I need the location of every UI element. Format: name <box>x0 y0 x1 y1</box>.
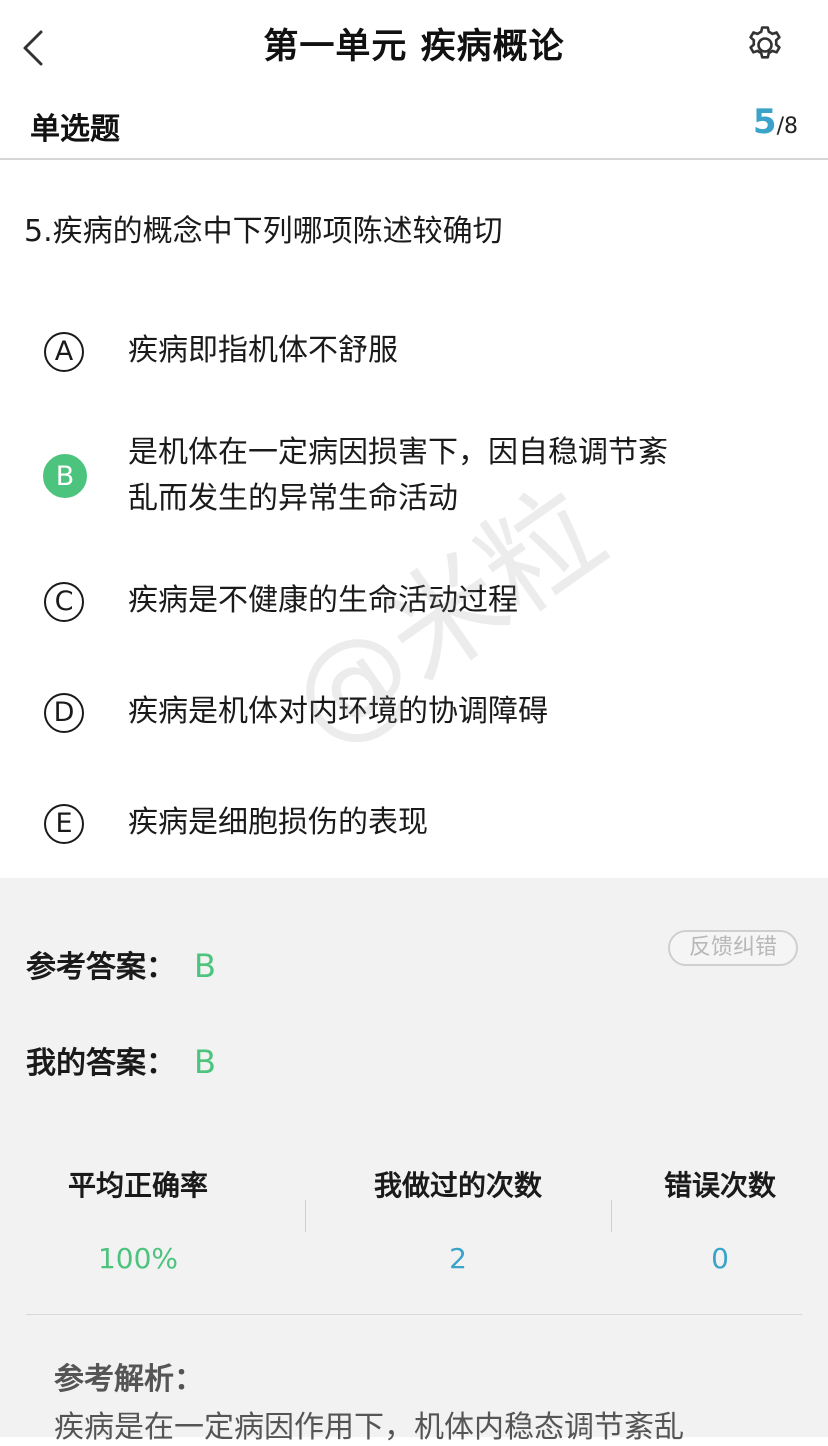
option-text: 疾病是不健康的生命活动过程 <box>128 578 748 624</box>
my-answer-label: 我的答案： <box>26 1046 176 1081</box>
stat-divider <box>611 1200 612 1232</box>
option-letter: B <box>43 454 87 498</box>
question-type-row: 单选题 5/8 <box>0 92 828 160</box>
option-line: 疾病是不健康的生命活动过程 <box>128 583 518 618</box>
settings-button[interactable] <box>744 24 786 66</box>
stat-label: 错误次数 <box>663 1169 776 1202</box>
option-line: 疾病是机体对内环境的协调障碍 <box>128 694 548 729</box>
option-line: 疾病即指机体不舒服 <box>128 333 398 368</box>
reference-answer-label: 参考答案： <box>26 950 176 985</box>
option-text: 疾病即指机体不舒服 <box>128 328 748 374</box>
top-bar: 第一单元 疾病概论 <box>0 0 828 92</box>
analysis-title: 参考解析： <box>54 1362 204 1397</box>
stat-value: 2 <box>449 1242 467 1275</box>
page-title: 第一单元 疾病概论 <box>263 27 565 67</box>
option-letter: A <box>44 332 84 372</box>
stat-errors: 错误次数 0 <box>640 1164 800 1275</box>
option-text: 是机体在一定病因损害下，因自稳调节紊 乱而发生的异常生命活动 <box>128 430 748 522</box>
question-text: 5.疾病的概念中下列哪项陈述较确切 <box>24 214 503 249</box>
option-text: 疾病是机体对内环境的协调障碍 <box>128 689 748 735</box>
option-letter: C <box>44 582 84 622</box>
stat-divider <box>305 1200 306 1232</box>
question-progress: 5/8 <box>753 102 798 142</box>
stat-accuracy: 平均正确率 100% <box>38 1164 238 1275</box>
my-answer-row: 我的答案： B <box>26 1038 216 1082</box>
stat-value: 0 <box>711 1242 729 1275</box>
progress-current: 5 <box>752 102 777 142</box>
stat-label: 平均正确率 <box>67 1169 208 1202</box>
my-answer-value: B <box>194 1043 216 1081</box>
gear-icon <box>749 26 781 59</box>
answer-panel: 参考答案： B 反馈纠错 我的答案： B 平均正确率 100% 我做过的次数 2 错… <box>0 878 828 1445</box>
option-letter: E <box>44 804 84 844</box>
stat-label: 我做过的次数 <box>373 1169 542 1202</box>
question-type-label: 单选题 <box>30 112 120 147</box>
analysis-text: 疾病是在一定病因作用下，机体内稳态调节紊乱 <box>54 1410 684 1445</box>
feedback-button[interactable]: 反馈纠错 <box>668 930 798 966</box>
option-text: 疾病是细胞损伤的表现 <box>128 800 748 846</box>
option-letter: D <box>44 693 84 733</box>
stat-value: 100% <box>97 1242 179 1275</box>
progress-total: 8 <box>784 114 798 139</box>
stat-attempts: 我做过的次数 2 <box>348 1164 568 1275</box>
option-line: 疾病是细胞损伤的表现 <box>128 805 428 840</box>
divider <box>26 1314 802 1315</box>
reference-answer-value: B <box>194 947 216 985</box>
option-line: 乱而发生的异常生命活动 <box>128 481 458 516</box>
progress-separator: / <box>776 114 784 139</box>
reference-answer-row: 参考答案： B <box>26 942 216 986</box>
option-line: 是机体在一定病因损害下，因自稳调节紊 <box>128 435 668 470</box>
